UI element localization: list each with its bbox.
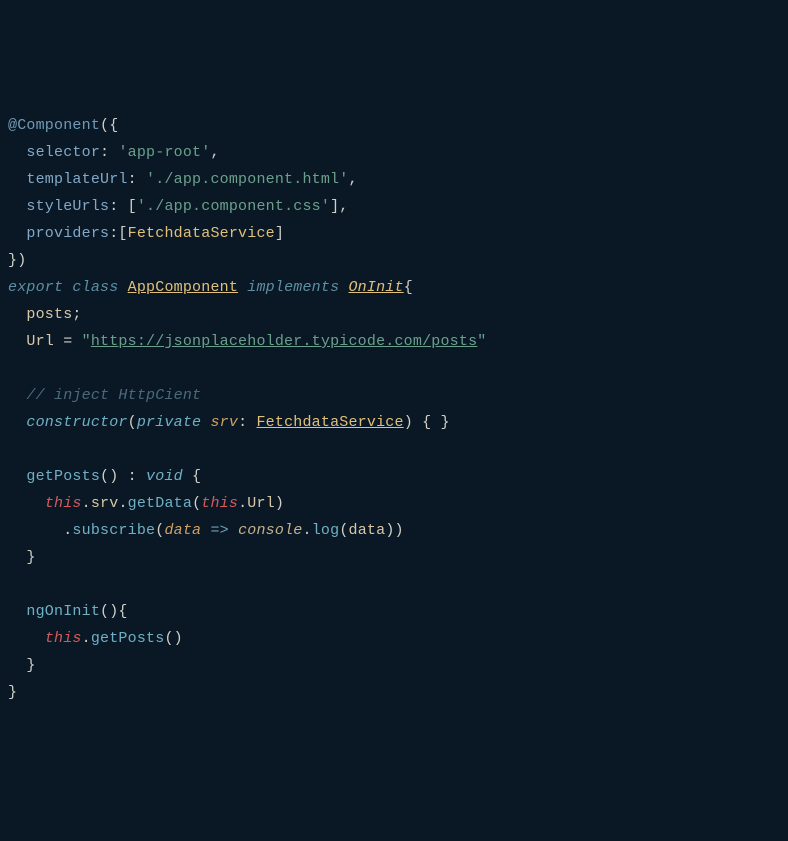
key-templateurl: templateUrl bbox=[26, 171, 127, 188]
str-quote: " bbox=[82, 333, 91, 350]
punct: ; bbox=[72, 306, 81, 323]
punct: . bbox=[82, 495, 91, 512]
comment: // inject HttpCient bbox=[26, 387, 201, 404]
punct: }) bbox=[8, 252, 26, 269]
prop-posts: posts bbox=[26, 306, 72, 323]
punct: . bbox=[82, 630, 91, 647]
kw-this: this bbox=[45, 630, 82, 647]
punct: ( bbox=[192, 495, 201, 512]
kw-this: this bbox=[45, 495, 82, 512]
punct: . bbox=[238, 495, 247, 512]
punct: (){ bbox=[100, 603, 128, 620]
punct: , bbox=[348, 171, 357, 188]
punct: ], bbox=[330, 198, 348, 215]
punct: : bbox=[238, 414, 256, 431]
punct: ) { } bbox=[404, 414, 450, 431]
obj-console: console bbox=[238, 522, 302, 539]
arrow: => bbox=[210, 522, 228, 539]
punct: () bbox=[164, 630, 182, 647]
key-providers: providers bbox=[26, 225, 109, 242]
punct: , bbox=[210, 144, 219, 161]
fn-subscribe: subscribe bbox=[72, 522, 155, 539]
val-selector: 'app-root' bbox=[118, 144, 210, 161]
punct: ] bbox=[275, 225, 284, 242]
url-value: https://jsonplaceholder.typicode.com/pos… bbox=[91, 333, 477, 350]
type-fetchdataservice: FetchdataService bbox=[256, 414, 403, 431]
fn-getposts: getPosts bbox=[26, 468, 100, 485]
param-srv: srv bbox=[210, 414, 238, 431]
punct: : bbox=[100, 144, 118, 161]
val-templateurl: './app.component.html' bbox=[146, 171, 348, 188]
code-editor[interactable]: @Component({ selector: 'app-root', templ… bbox=[8, 112, 780, 706]
punct: )) bbox=[385, 522, 403, 539]
fn-ngoninit: ngOnInit bbox=[26, 603, 100, 620]
kw-implements: implements bbox=[247, 279, 339, 296]
str-quote: " bbox=[477, 333, 486, 350]
punct: : [ bbox=[109, 198, 137, 215]
punct: () : bbox=[100, 468, 146, 485]
punct: } bbox=[8, 684, 17, 701]
class-name: AppComponent bbox=[128, 279, 238, 296]
key-styleurls: styleUrls bbox=[26, 198, 109, 215]
kw-void: void bbox=[146, 468, 183, 485]
prop-srv: srv bbox=[91, 495, 119, 512]
constructor-kw: constructor bbox=[26, 414, 127, 431]
punct: { bbox=[404, 279, 413, 296]
punct: ( bbox=[339, 522, 348, 539]
iface-name: OnInit bbox=[348, 279, 403, 296]
val-styleurls: './app.component.css' bbox=[137, 198, 330, 215]
kw-class: class bbox=[72, 279, 118, 296]
punct: } bbox=[26, 549, 35, 566]
punct: { bbox=[183, 468, 201, 485]
kw-this: this bbox=[201, 495, 238, 512]
punct: ( bbox=[128, 414, 137, 431]
punct: ) bbox=[275, 495, 284, 512]
punct: : bbox=[128, 171, 146, 188]
punct: . bbox=[118, 495, 127, 512]
prop-url2: Url bbox=[247, 495, 275, 512]
punct: } bbox=[26, 657, 35, 674]
val-providers: FetchdataService bbox=[128, 225, 275, 242]
key-selector: selector bbox=[26, 144, 100, 161]
punct: . bbox=[303, 522, 312, 539]
kw-private: private bbox=[137, 414, 201, 431]
punct: ({ bbox=[100, 117, 118, 134]
punct: = bbox=[54, 333, 82, 350]
kw-export: export bbox=[8, 279, 63, 296]
fn-getdata: getData bbox=[128, 495, 192, 512]
prop-url: Url bbox=[26, 333, 54, 350]
punct: :[ bbox=[109, 225, 127, 242]
fn-log: log bbox=[312, 522, 340, 539]
arg-data: data bbox=[349, 522, 386, 539]
decorator: @Component bbox=[8, 117, 100, 134]
fn-getposts-call: getPosts bbox=[91, 630, 165, 647]
param-data: data bbox=[164, 522, 201, 539]
